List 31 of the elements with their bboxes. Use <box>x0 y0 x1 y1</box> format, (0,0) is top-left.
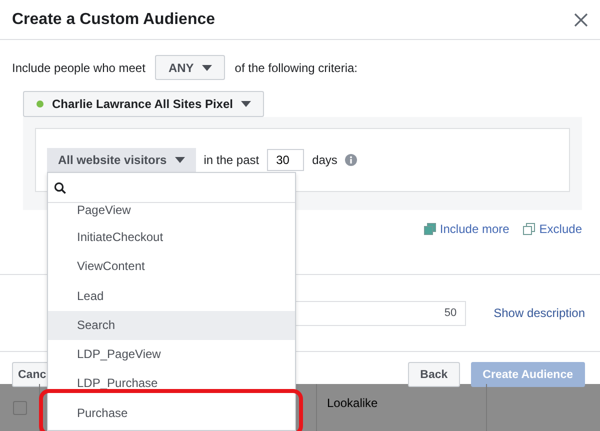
character-count: 50 <box>444 307 457 319</box>
show-description-link[interactable]: Show description <box>494 306 585 320</box>
dialog-title: Create a Custom Audience <box>12 10 216 28</box>
menu-item[interactable]: Search <box>48 310 295 340</box>
criteria-label: Include people who meet <box>12 60 146 74</box>
menu-item[interactable]: InitiateCheckout <box>48 223 295 252</box>
close-icon <box>574 12 588 26</box>
info-icon <box>345 154 358 166</box>
status-dot-icon <box>36 100 44 108</box>
menu-item[interactable]: ViewContent <box>48 252 295 282</box>
copy-icon <box>424 223 436 235</box>
copy-icon <box>523 223 536 235</box>
menu-item[interactable]: PageView <box>48 203 295 223</box>
pixel-dropdown[interactable]: Charlie Lawrance All Sites Pixel <box>23 91 264 117</box>
search-icon <box>54 182 66 194</box>
close-button[interactable] <box>574 12 588 26</box>
match-dropdown[interactable]: ANY <box>155 55 225 80</box>
caret-icon <box>202 64 212 70</box>
rule-label: days <box>312 153 338 167</box>
caret-icon <box>240 101 251 107</box>
event-dropdown[interactable]: All website visitors <box>47 148 196 172</box>
menu-item[interactable]: Purchase <box>48 398 295 428</box>
caret-icon <box>174 157 185 163</box>
checkbox[interactable] <box>12 400 26 414</box>
table-cell: Lookalike <box>327 396 378 410</box>
days-input[interactable]: 30 <box>267 149 304 171</box>
include-link[interactable]: Include more <box>424 221 510 237</box>
rule-label: in the past <box>204 153 260 167</box>
exclude-link[interactable]: Exclude <box>523 221 582 237</box>
back-button[interactable]: Back <box>408 362 460 387</box>
criteria-label: of the following criteria: <box>234 60 358 74</box>
